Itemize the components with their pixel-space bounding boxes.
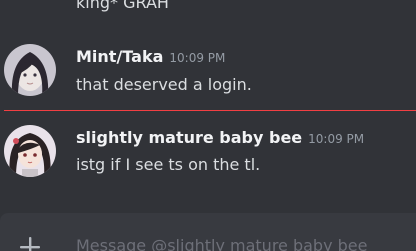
username[interactable]: slightly mature baby bee [76, 128, 302, 147]
chat-messages: king* GRAH Mint/Taka 10:09 PM that deserv… [0, 0, 416, 251]
message-text: that deserved a login. [76, 75, 252, 94]
avatar[interactable] [4, 44, 56, 96]
timestamp: 10:09 PM [169, 51, 226, 65]
previous-message-text: king* GRAH [76, 0, 169, 12]
plus-icon[interactable] [18, 235, 42, 251]
username[interactable]: Mint/Taka [76, 47, 163, 66]
message-composer [0, 213, 416, 251]
message-text: istg if I see ts on the tl. [76, 155, 261, 174]
timestamp: 10:09 PM [308, 132, 365, 146]
new-messages-divider [4, 110, 416, 111]
avatar[interactable] [4, 125, 56, 177]
message-input[interactable] [76, 233, 416, 251]
